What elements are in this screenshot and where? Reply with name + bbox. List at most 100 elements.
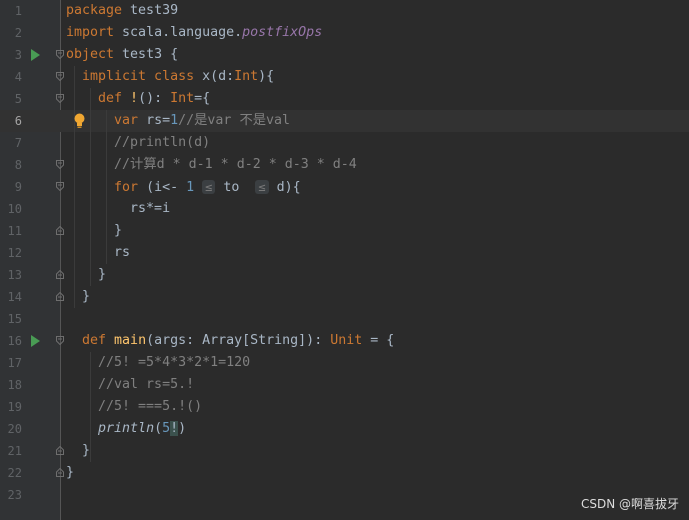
code-text[interactable]: def !(): Int={ — [66, 88, 210, 110]
code-token: Int — [170, 91, 195, 106]
code-line[interactable]: 14 } — [0, 286, 689, 308]
code-token: } — [66, 267, 107, 282]
code-line[interactable]: 1 package test39 — [0, 0, 689, 22]
inlay-hint: ≤ — [202, 180, 216, 194]
line-number: 23 — [7, 488, 22, 502]
fold-marker-icon[interactable] — [56, 292, 64, 301]
code-token: for — [66, 180, 147, 195]
code-text[interactable]: //println(d) — [66, 132, 210, 154]
code-line[interactable]: 15 — [0, 308, 689, 330]
run-gutter-icon[interactable] — [31, 49, 40, 61]
line-number: 16 — [7, 334, 22, 348]
fold-marker-icon[interactable] — [56, 94, 64, 103]
code-line[interactable]: 12 rs — [0, 242, 689, 264]
code-text[interactable]: //val rs=5.! — [66, 374, 194, 396]
code-token: 1 — [186, 180, 195, 195]
line-number: 15 — [7, 312, 22, 326]
fold-marker-icon[interactable] — [56, 182, 64, 191]
line-number: 5 — [14, 92, 22, 106]
fold-marker-icon[interactable] — [56, 160, 64, 169]
code-line[interactable]: 13 } — [0, 264, 689, 286]
code-text[interactable]: rs — [66, 242, 130, 264]
code-text[interactable]: import scala.language.postfixOps — [66, 22, 322, 44]
run-gutter-icon[interactable] — [31, 335, 40, 347]
code-token: ! — [130, 91, 139, 106]
fold-marker-icon[interactable] — [56, 72, 64, 81]
code-line[interactable]: 6 var rs=1//是var 不是val — [0, 110, 689, 132]
code-text[interactable]: rs*=i — [66, 198, 170, 220]
code-line[interactable]: 3 object test3 { — [0, 44, 689, 66]
code-text[interactable]: println(5!) — [66, 418, 186, 440]
code-token: implicit class — [66, 69, 203, 84]
code-token: 5 — [162, 421, 171, 436]
code-line[interactable]: 21 } — [0, 440, 689, 462]
line-number: 19 — [7, 400, 22, 414]
code-editor[interactable]: 1 package test39 2 import scala.language.po… — [0, 0, 689, 520]
code-token: x(d: — [202, 69, 235, 84]
code-line[interactable]: 5 def !(): Int={ — [0, 88, 689, 110]
code-token: (args: Array[String]): — [146, 333, 331, 348]
code-line[interactable]: 17 //5! =5*4*3*2*1=120 — [0, 352, 689, 374]
code-line[interactable]: 10 rs*=i — [0, 198, 689, 220]
inlay-hint: ≤ — [255, 180, 269, 194]
code-token: //println(d) — [66, 135, 211, 150]
code-token: rs*=i — [66, 201, 171, 216]
code-line[interactable]: 20 println(5!) — [0, 418, 689, 440]
line-number: 7 — [14, 136, 22, 150]
line-number: 14 — [7, 290, 22, 304]
code-text[interactable]: } — [66, 462, 74, 484]
fold-marker-icon[interactable] — [56, 270, 64, 279]
line-number: 18 — [7, 378, 22, 392]
fold-marker-icon[interactable] — [56, 468, 64, 477]
line-number: 13 — [7, 268, 22, 282]
code-token: 1 — [170, 113, 179, 128]
line-number: 12 — [7, 246, 22, 260]
line-number: 21 — [7, 444, 22, 458]
code-token: } — [66, 289, 91, 304]
code-text[interactable]: } — [66, 220, 122, 242]
code-token: } — [66, 223, 123, 238]
code-text[interactable]: //5! ===5.!() — [66, 396, 202, 418]
code-line[interactable]: 2 import scala.language.postfixOps — [0, 22, 689, 44]
code-line[interactable]: 18 //val rs=5.! — [0, 374, 689, 396]
line-number: 11 — [7, 224, 22, 238]
code-token: (i<- — [146, 180, 187, 195]
code-line[interactable]: 7 //println(d) — [0, 132, 689, 154]
code-token: rs — [66, 245, 131, 260]
code-line[interactable]: 19 //5! ===5.!() — [0, 396, 689, 418]
fold-marker-icon[interactable] — [56, 336, 64, 345]
code-line[interactable]: 9 for (i<- 1 ≤ to ≤ d){ — [0, 176, 689, 198]
fold-marker-icon[interactable] — [56, 226, 64, 235]
code-line[interactable]: 4 implicit class x(d:Int){ — [0, 66, 689, 88]
code-token: //是var 不是val — [178, 113, 291, 128]
code-text[interactable]: implicit class x(d:Int){ — [66, 66, 274, 88]
code-text[interactable]: def main(args: Array[String]): Unit = { — [66, 330, 394, 352]
code-token: postfixOps — [242, 25, 323, 40]
code-token: test3 { — [122, 47, 179, 62]
fold-marker-icon[interactable] — [56, 446, 64, 455]
watermark: CSDN @啊喜拔牙 — [580, 497, 679, 511]
code-token: var — [66, 113, 147, 128]
code-text[interactable]: package test39 — [66, 0, 178, 22]
code-text[interactable]: object test3 { — [66, 44, 178, 66]
fold-marker-icon[interactable] — [56, 50, 64, 59]
code-text[interactable]: } — [66, 286, 90, 308]
code-token: rs= — [146, 113, 171, 128]
line-number: 17 — [7, 356, 22, 370]
code-token: Unit — [330, 333, 363, 348]
code-token: import — [66, 25, 123, 40]
code-token: test39 — [130, 3, 179, 18]
code-text[interactable]: for (i<- 1 ≤ to ≤ d){ — [66, 176, 301, 199]
code-text[interactable]: } — [66, 440, 90, 462]
code-line[interactable]: 22} — [0, 462, 689, 484]
code-token: } — [66, 465, 75, 480]
code-text[interactable]: } — [66, 264, 106, 286]
code-text[interactable]: //5! =5*4*3*2*1=120 — [66, 352, 250, 374]
code-text[interactable]: //计算d * d-1 * d-2 * d-3 * d-4 — [66, 154, 357, 176]
code-line[interactable]: 11 } — [0, 220, 689, 242]
code-line[interactable]: 16 def main(args: Array[String]): Unit =… — [0, 330, 689, 352]
code-line[interactable]: 8 //计算d * d-1 * d-2 * d-3 * d-4 — [0, 154, 689, 176]
code-text[interactable]: var rs=1//是var 不是val — [66, 110, 290, 132]
